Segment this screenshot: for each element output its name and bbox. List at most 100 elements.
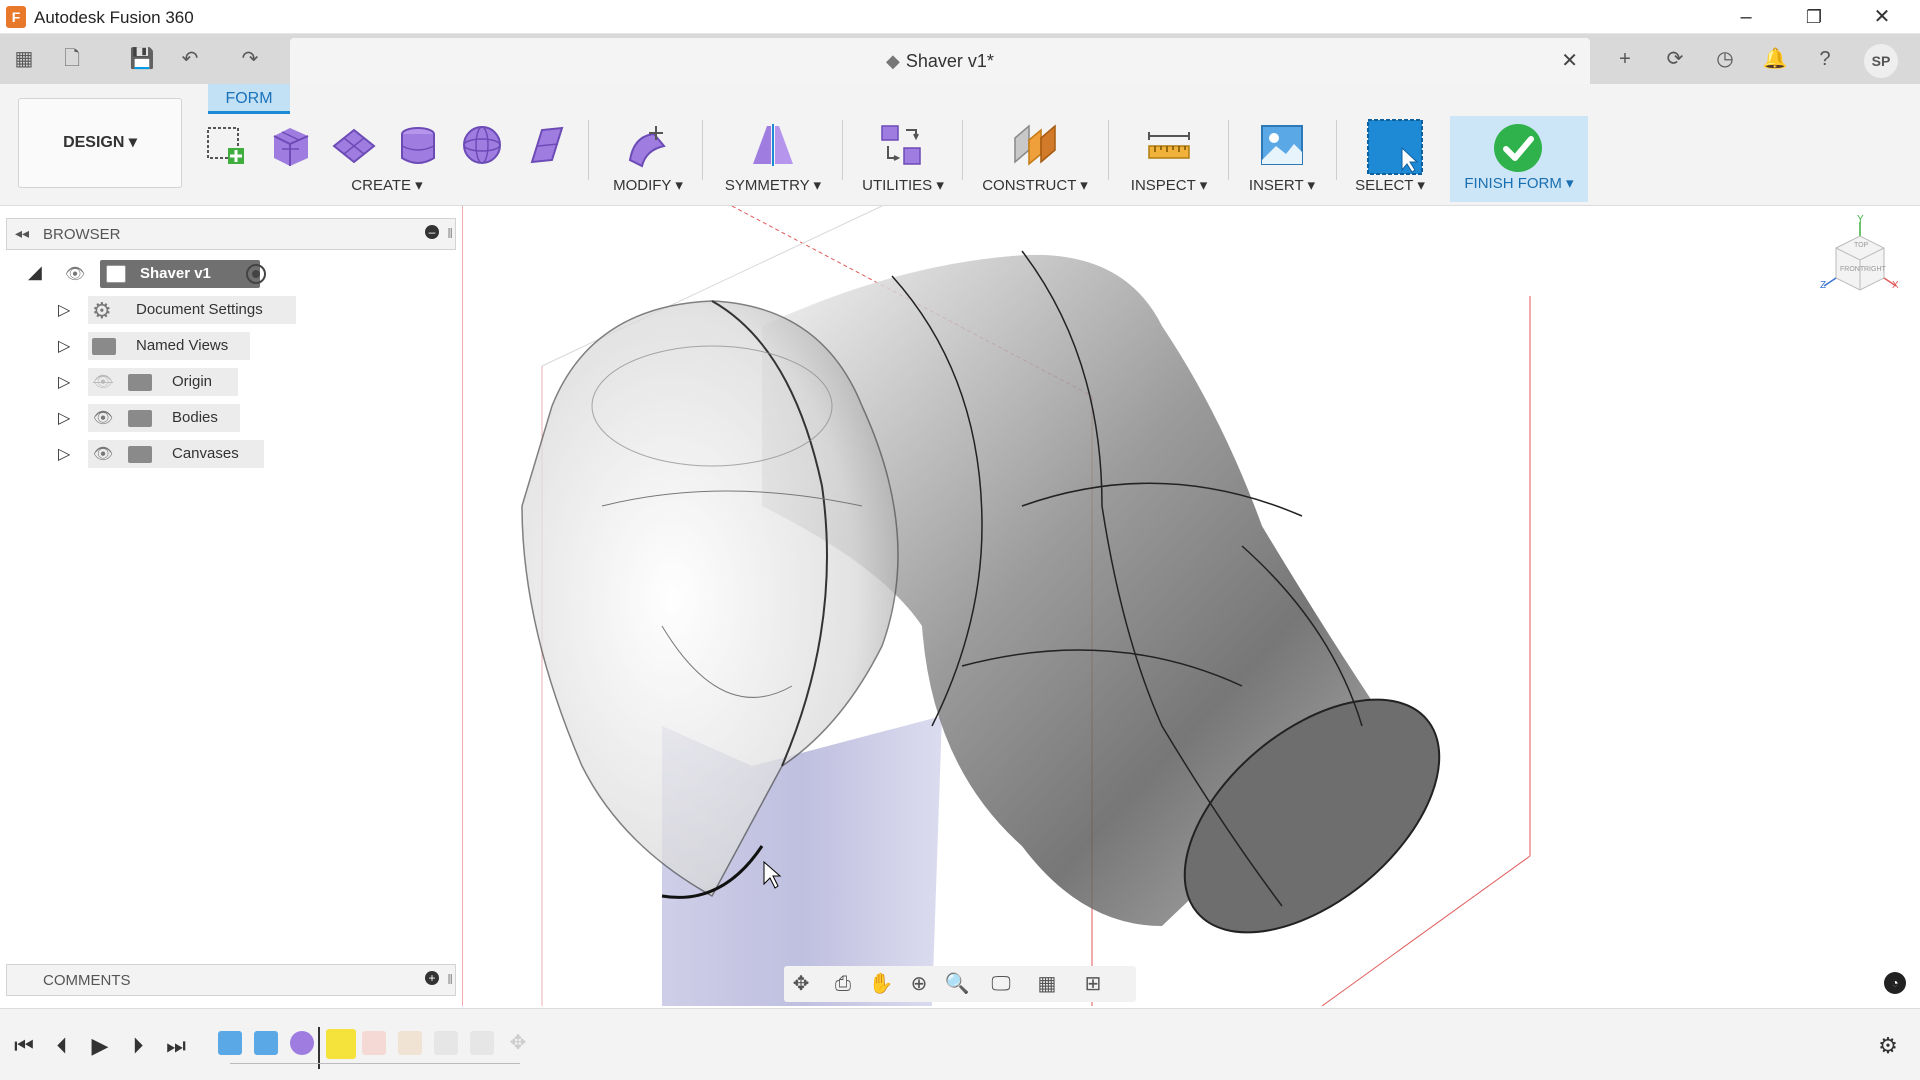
display-settings-monitor-icon[interactable]: 🖵 [988, 972, 1014, 996]
cylinder-icon[interactable] [394, 122, 442, 168]
viewcube-x-axis: X [1892, 280, 1899, 291]
create-menu-label[interactable]: CREATE ▾ [200, 176, 574, 194]
grid-settings-icon[interactable]: ▦ [1034, 972, 1060, 996]
look-at-icon[interactable]: ⎙ [830, 972, 856, 996]
close-window-button[interactable]: ✕ [1862, 4, 1902, 30]
display-settings-icon[interactable]: ◔ [1884, 972, 1906, 994]
shaver-t-spline-model[interactable] [462, 206, 1920, 1006]
convert-utilities-icon[interactable] [878, 122, 926, 168]
box-icon[interactable] [266, 122, 314, 168]
undo-icon[interactable]: ↶ [176, 46, 204, 72]
zoom-icon[interactable]: ⊕ [906, 972, 932, 996]
go-to-start-icon[interactable]: ⏮ [10, 1033, 38, 1059]
activate-radio-icon[interactable] [246, 264, 266, 284]
expand-arrow-icon[interactable]: ▷ [58, 408, 70, 428]
timeline-disabled-feature [470, 1031, 494, 1055]
timeline-disabled-feature [434, 1031, 458, 1055]
toolbar-separator [842, 120, 843, 180]
viewcube-top-face[interactable]: TOP [1854, 242, 1868, 249]
symmetry-menu-label[interactable]: SYMMETRY ▾ [706, 176, 840, 194]
browser-item-origin[interactable]: ▷ Origin 👁 [58, 368, 258, 396]
file-menu-icon[interactable]: 🗋 [58, 46, 86, 72]
utilities-menu-label[interactable]: UTILITIES ▾ [848, 176, 958, 194]
comments-panel-header: COMMENTS + ‖ [6, 964, 456, 996]
browser-item-bodies[interactable]: ▷ Bodies 👁 [58, 404, 258, 432]
save-icon[interactable]: 💾 [128, 46, 156, 72]
job-status-clock-icon[interactable]: ◷ [1710, 44, 1740, 74]
expand-arrow-icon[interactable]: ▷ [58, 300, 70, 320]
navigation-bar: ✥ ⎙ ✋ ⊕ 🔍 🖵 ▦ ⊞ [784, 966, 1136, 1002]
document-tab[interactable]: ◆ Shaver v1* ✕ [290, 38, 1590, 84]
collapse-browser-icon[interactable]: ◂◂ [15, 225, 29, 242]
eye-visibility-icon[interactable]: 👁 [90, 408, 116, 428]
viewports-icon[interactable]: ⊞ [1080, 972, 1106, 996]
help-icon[interactable]: ? [1810, 44, 1840, 74]
mirror-symmetry-icon[interactable] [749, 122, 797, 168]
orbit-icon[interactable]: ✥ [788, 972, 814, 996]
fusion-logo-icon: F [6, 6, 26, 28]
offset-plane-icon[interactable] [1011, 122, 1059, 168]
eye-visibility-icon[interactable]: 👁 [62, 264, 88, 284]
browser-item-canvases[interactable]: ▷ Canvases 👁 [58, 440, 268, 468]
browser-root-row[interactable]: ◢ 👁 Shaver v1 [28, 260, 278, 288]
plane-icon[interactable] [330, 122, 378, 168]
close-tab-button[interactable]: ✕ [1561, 48, 1578, 73]
go-to-end-icon[interactable]: ⏭ [162, 1033, 190, 1059]
sphere-icon[interactable] [458, 122, 506, 168]
add-comment-icon[interactable]: + [425, 971, 439, 985]
timeline-canvas-icon[interactable] [218, 1031, 242, 1055]
edit-form-icon[interactable] [624, 122, 672, 168]
construct-menu-label[interactable]: CONSTRUCT ▾ [968, 176, 1102, 194]
new-tab-plus-icon[interactable]: + [1610, 44, 1640, 74]
select-menu-label[interactable]: SELECT ▾ [1340, 176, 1440, 194]
comments-drag-handle[interactable]: ‖ [447, 971, 453, 987]
extensions-icon[interactable]: ⟳ [1660, 44, 1690, 74]
extrude-form-icon[interactable] [522, 122, 570, 168]
toolbar-separator [702, 120, 703, 180]
user-avatar[interactable]: SP [1864, 44, 1898, 78]
pan-hand-icon[interactable]: ✋ [868, 972, 894, 996]
eye-hidden-icon[interactable]: 👁 [90, 372, 116, 392]
inspect-menu-label[interactable]: INSPECT ▾ [1112, 176, 1226, 194]
viewcube-right-face[interactable]: RIGHT [1864, 266, 1886, 273]
select-window-icon[interactable] [1366, 118, 1424, 176]
timeline-settings-gear-icon[interactable]: ⚙ [1874, 1033, 1902, 1059]
play-icon[interactable]: ▶ [86, 1033, 114, 1059]
timeline-disabled-feature [398, 1031, 422, 1055]
root-highlight: Shaver v1 [100, 260, 260, 288]
gear-icon: ⚙ [92, 298, 112, 323]
workspace-switcher-button[interactable]: DESIGN ▾ [18, 98, 182, 188]
expand-arrow-icon[interactable]: ▷ [58, 336, 70, 356]
expand-arrow-icon[interactable]: ▷ [58, 444, 70, 464]
step-forward-icon[interactable]: ⏵ [124, 1033, 152, 1059]
timeline-active-feature[interactable] [326, 1029, 356, 1059]
3d-viewport[interactable]: Y X Z TOP FRONT RIGHT ◔ [462, 206, 1920, 1006]
fit-zoom-window-icon[interactable]: 🔍 [944, 972, 970, 996]
toolbar-separator [962, 120, 963, 180]
browser-item-named-views[interactable]: ▷ Named Views [58, 332, 258, 360]
eye-visibility-icon[interactable]: 👁 [90, 444, 116, 464]
timeline-canvas-icon[interactable] [254, 1031, 278, 1055]
finish-form-button[interactable]: FINISH FORM ▾ [1450, 116, 1588, 202]
create-form-sketch-icon[interactable] [202, 122, 250, 168]
timeline-form-icon[interactable] [290, 1031, 314, 1055]
insert-menu-label[interactable]: INSERT ▾ [1232, 176, 1332, 194]
data-panel-grid-icon[interactable]: ▦ [10, 46, 38, 72]
expanded-arrow-icon[interactable]: ◢ [28, 262, 42, 283]
minimize-button[interactable]: – [1726, 4, 1766, 30]
step-back-icon[interactable]: ⏴ [48, 1033, 76, 1059]
viewcube[interactable]: Y X Z TOP FRONT RIGHT [1820, 214, 1900, 310]
redo-icon[interactable]: ↷ [236, 46, 264, 72]
viewcube-front-face[interactable]: FRONT [1840, 266, 1864, 273]
browser-minimize-icon[interactable]: – [425, 225, 439, 239]
insert-canvas-image-icon[interactable] [1258, 122, 1306, 168]
modify-menu-label[interactable]: MODIFY ▾ [596, 176, 700, 194]
restore-button[interactable]: ❐ [1794, 4, 1834, 30]
measure-icon[interactable] [1145, 122, 1193, 168]
browser-drag-handle[interactable]: ‖ [447, 225, 453, 241]
toolbar-separator [1228, 120, 1229, 180]
browser-item-document-settings[interactable]: ▷ Document Settings ⚙ [58, 296, 298, 324]
notifications-bell-icon[interactable]: 🔔 [1760, 44, 1790, 74]
expand-arrow-icon[interactable]: ▷ [58, 372, 70, 392]
tab-form[interactable]: FORM [208, 84, 290, 114]
